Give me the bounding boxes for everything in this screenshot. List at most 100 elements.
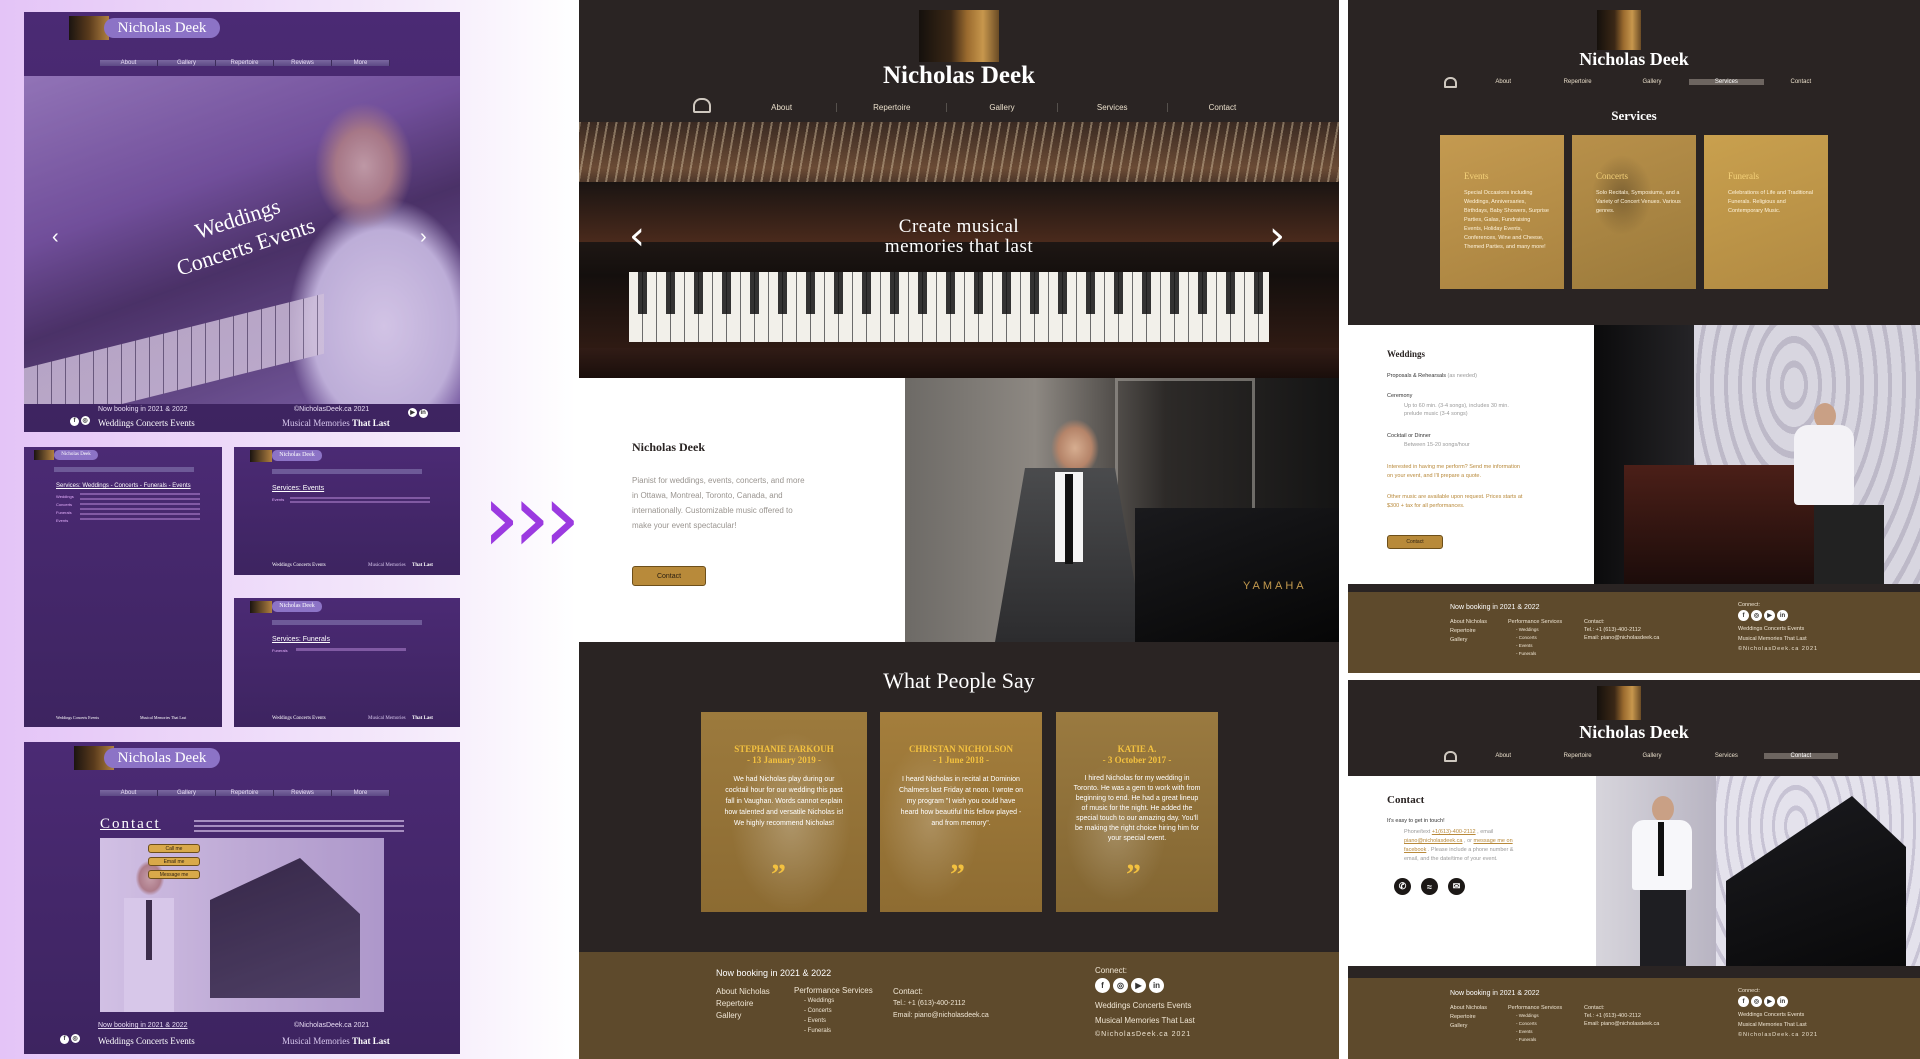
brand-pill[interactable]: Nicholas Deek [54, 450, 98, 460]
perf-item[interactable]: - Weddings [1508, 626, 1562, 634]
youtube-icon[interactable]: ▶ [1764, 996, 1775, 1007]
nav-item[interactable]: More [332, 60, 390, 66]
brand-pill[interactable]: Nicholas Deek [104, 18, 220, 38]
linkedin-icon[interactable]: in [1777, 610, 1788, 621]
nav-gallery[interactable]: Gallery [946, 102, 1056, 112]
brand-pill[interactable]: Nicholas Deek [272, 601, 322, 612]
facebook-icon[interactable]: f [1738, 610, 1749, 621]
home-piano-icon[interactable] [693, 98, 711, 113]
email-button[interactable]: Email me [148, 857, 200, 866]
nav-services[interactable]: Services [1689, 79, 1764, 85]
email-link[interactable]: piano@nicholasdeek.ca [1404, 838, 1462, 844]
site-title[interactable]: Nicholas Deek [579, 62, 1339, 90]
footer-link-about[interactable]: About Nicholas [1450, 1004, 1487, 1013]
contact-tel[interactable]: Tel.: +1 (613)-400-2112 [1584, 1012, 1659, 1020]
email-icon[interactable]: ✉ [1448, 878, 1465, 895]
footer-link-repertoire[interactable]: Repertoire [716, 998, 770, 1010]
perf-title[interactable]: Performance Services [1508, 618, 1562, 626]
nav-repertoire[interactable]: Repertoire [1540, 79, 1614, 85]
perf-title[interactable]: Performance Services [1508, 1004, 1562, 1012]
nav-item[interactable]: Reviews [274, 790, 332, 796]
instagram-icon[interactable]: ◎ [70, 1034, 80, 1043]
nav-gallery[interactable]: Gallery [1615, 753, 1689, 759]
instagram-icon[interactable]: ◎ [80, 416, 90, 425]
list-item[interactable]: Events [272, 497, 284, 502]
instagram-icon[interactable]: ◎ [1751, 610, 1762, 621]
chevron-left-icon[interactable]: ‹ [629, 216, 645, 256]
footer-link-repertoire[interactable]: Repertoire [1450, 1013, 1487, 1022]
youtube-icon[interactable]: ▶ [1131, 978, 1146, 993]
nav-services[interactable]: Services [1056, 102, 1167, 112]
call-button[interactable]: Call me [148, 844, 200, 853]
perf-item[interactable]: - Concerts [1508, 1020, 1562, 1028]
chevron-right-icon[interactable]: › [420, 226, 427, 249]
nav-item[interactable]: Gallery [158, 790, 216, 796]
chevron-right-icon[interactable]: › [1269, 216, 1285, 256]
perf-item[interactable]: - Weddings [1508, 1012, 1562, 1020]
services-heading[interactable]: Services: Funerals [272, 636, 330, 643]
list-item[interactable]: Weddings [56, 493, 74, 501]
contact-email[interactable]: Email: piano@nicholasdeek.ca [1584, 1020, 1659, 1028]
linkedin-icon[interactable]: in [1777, 996, 1788, 1007]
perf-item[interactable]: - Events [1508, 642, 1562, 650]
perf-item[interactable]: - Events [1508, 1028, 1562, 1036]
nav-item[interactable]: Gallery [158, 60, 216, 66]
site-title[interactable]: Nicholas Deek [1348, 722, 1920, 743]
nav-about[interactable]: About [1466, 753, 1540, 759]
nav-item[interactable]: Reviews [274, 60, 332, 66]
phone-icon[interactable]: ✆ [1394, 878, 1411, 895]
chevron-left-icon[interactable]: ‹ [52, 226, 59, 249]
nav-contact[interactable]: Contact [1764, 79, 1838, 85]
facebook-icon[interactable]: f [1738, 996, 1749, 1007]
phone-link[interactable]: +1(613)-400-2112 [1432, 829, 1476, 835]
nav-about[interactable]: About [1466, 79, 1540, 85]
perf-item[interactable]: - Concerts [794, 1006, 873, 1016]
nav-item[interactable]: More [332, 790, 390, 796]
linkedin-icon[interactable]: in [1149, 978, 1164, 993]
contact-email[interactable]: Email: piano@nicholasdeek.ca [1584, 634, 1659, 642]
youtube-icon[interactable]: ▶ [408, 408, 417, 417]
contact-tel[interactable]: Tel.: +1 (613)-400-2112 [893, 998, 989, 1010]
nav-item[interactable]: About [100, 60, 158, 66]
nav-contact[interactable]: Contact [1166, 102, 1277, 112]
facebook-icon[interactable]: f [1095, 978, 1110, 993]
piano-logo-icon[interactable] [1597, 686, 1641, 720]
perf-item[interactable]: - Funerals [1508, 650, 1562, 658]
contact-tel[interactable]: Tel.: +1 (613)-400-2112 [1584, 626, 1659, 634]
nav-services[interactable]: Services [1689, 753, 1763, 759]
piano-logo-icon[interactable] [1597, 10, 1641, 50]
linkedin-icon[interactable]: in [418, 408, 428, 418]
footer-link-gallery[interactable]: Gallery [716, 1010, 770, 1022]
instagram-icon[interactable]: ◎ [1751, 996, 1762, 1007]
facebook-icon[interactable]: f [70, 416, 79, 426]
contact-email[interactable]: Email: piano@nicholasdeek.ca [893, 1010, 989, 1022]
perf-item[interactable]: - Funerals [1508, 1036, 1562, 1044]
list-item[interactable]: Events [56, 517, 74, 525]
contact-button[interactable]: Contact [1387, 535, 1443, 549]
perf-item[interactable]: - Events [794, 1016, 873, 1026]
brand-pill[interactable]: Nicholas Deek [104, 748, 220, 768]
services-heading[interactable]: Services: Events [272, 485, 324, 492]
contact-button[interactable]: Contact [632, 566, 706, 586]
footer-link-about[interactable]: About Nicholas [1450, 618, 1487, 627]
home-piano-icon[interactable] [1444, 751, 1457, 762]
footer-link-repertoire[interactable]: Repertoire [1450, 627, 1487, 636]
nav-item[interactable]: About [100, 790, 158, 796]
nav-repertoire[interactable]: Repertoire [836, 102, 946, 112]
footer-link-about[interactable]: About Nicholas [716, 986, 770, 998]
service-card-concerts[interactable]: Concerts Solo Recitals, Symposiums, and … [1572, 135, 1696, 289]
service-card-funerals[interactable]: Funerals Celebrations of Life and Tradit… [1704, 135, 1828, 289]
site-title[interactable]: Nicholas Deek [1348, 49, 1920, 70]
perf-title[interactable]: Performance Services [794, 986, 873, 996]
perf-item[interactable]: - Funerals [794, 1026, 873, 1036]
instagram-icon[interactable]: ◎ [1113, 978, 1128, 993]
nav-gallery[interactable]: Gallery [1615, 79, 1689, 85]
home-piano-icon[interactable] [1444, 77, 1457, 88]
nav-about[interactable]: About [727, 103, 836, 112]
piano-logo-icon[interactable] [919, 10, 999, 62]
footer-link-gallery[interactable]: Gallery [1450, 636, 1487, 645]
list-item[interactable]: Concerts [56, 501, 74, 509]
list-item[interactable]: Funerals [272, 648, 288, 653]
facebook-icon[interactable]: f [60, 1034, 69, 1044]
messenger-icon[interactable]: ≈ [1421, 878, 1438, 895]
